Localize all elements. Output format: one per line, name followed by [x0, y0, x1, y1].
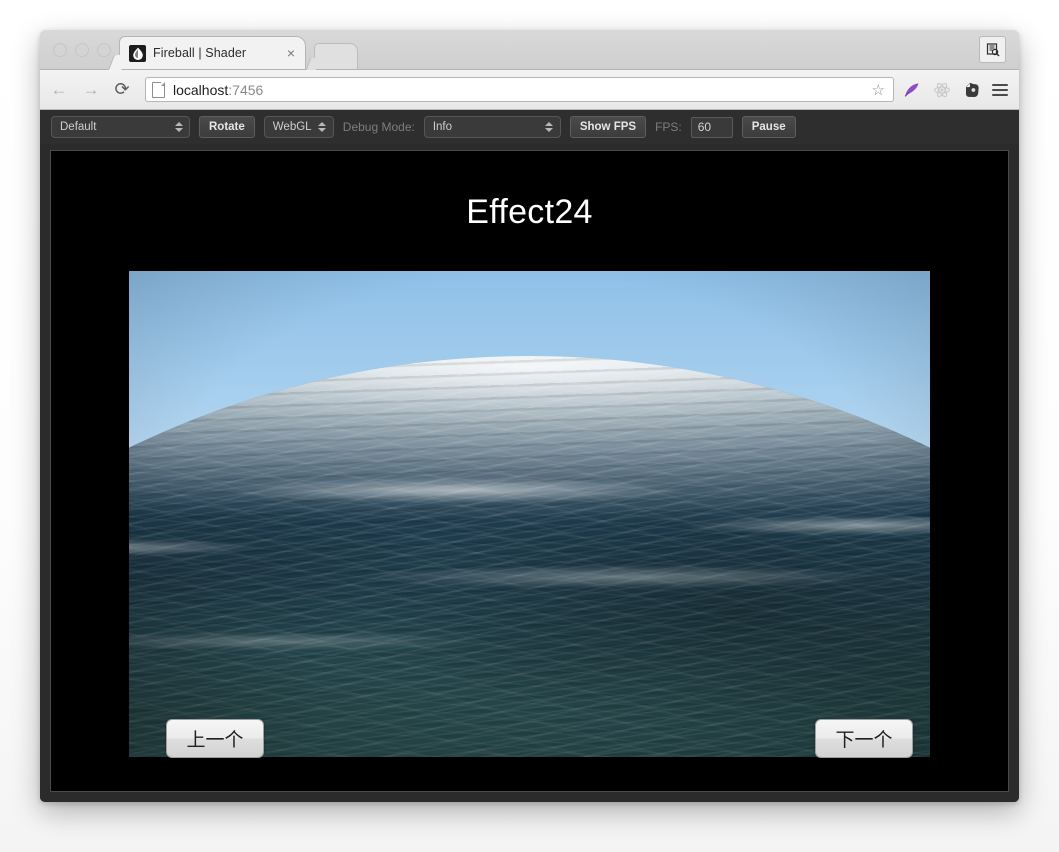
chevron-updown-icon: [318, 120, 327, 134]
window-close-button[interactable]: [53, 43, 67, 57]
pause-button[interactable]: Pause: [741, 116, 796, 138]
page-icon: [152, 81, 165, 98]
scene-vignette: [129, 271, 930, 757]
tab-close-icon[interactable]: ×: [287, 46, 295, 60]
fps-input[interactable]: 60: [690, 116, 733, 138]
fireball-drop-icon: [129, 44, 146, 62]
chevron-updown-icon: [174, 120, 183, 134]
debug-mode-select[interactable]: Info: [423, 116, 561, 138]
browser-tab[interactable]: Fireball | Shader ×: [119, 36, 306, 69]
inspect-icon[interactable]: [979, 36, 1006, 63]
address-bar-url: localhost:7456: [173, 82, 263, 98]
chevron-updown-icon: [545, 120, 554, 134]
bookmark-star-icon[interactable]: ☆: [872, 81, 885, 99]
next-effect-button[interactable]: 下一个: [815, 719, 913, 758]
quill-icon[interactable]: [902, 80, 922, 100]
prev-effect-button[interactable]: 上一个: [166, 719, 264, 758]
forward-icon[interactable]: →: [78, 77, 104, 103]
scene-select[interactable]: Default: [51, 116, 190, 138]
render-stage[interactable]: Effect24 上一个 下一个: [50, 150, 1009, 792]
new-tab-button[interactable]: [314, 43, 358, 69]
window-traffic-lights: [53, 43, 111, 57]
window-zoom-button[interactable]: [97, 43, 111, 57]
reload-icon[interactable]: ⟳: [109, 77, 135, 103]
browser-window: Fireball | Shader × ← → ⟳ localhost:7456: [40, 30, 1019, 802]
renderer-select[interactable]: WebGL: [263, 116, 334, 138]
window-bottom-strip: [40, 793, 1019, 802]
address-bar[interactable]: localhost:7456 ☆: [145, 77, 894, 102]
evernote-icon[interactable]: [962, 80, 982, 100]
react-icon[interactable]: [932, 80, 952, 100]
extension-icons: [902, 80, 1010, 100]
address-bar-port: :7456: [228, 81, 264, 98]
window-minimize-button[interactable]: [75, 43, 89, 57]
shader-dev-toolbar: Default Rotate WebGL Debug Mode: Info Sh…: [40, 110, 1019, 144]
debug-mode-label: Debug Mode:: [342, 120, 415, 134]
renderer-select-value: WebGL: [272, 121, 312, 133]
browser-tab-title: Fireball | Shader: [153, 46, 247, 60]
browser-toolbar: ← → ⟳ localhost:7456 ☆: [40, 70, 1019, 110]
back-icon[interactable]: ←: [46, 77, 72, 103]
page-content: Default Rotate WebGL Debug Mode: Info Sh…: [40, 110, 1019, 802]
debug-mode-value: Info: [432, 121, 453, 133]
page-title: Effect24: [466, 193, 593, 231]
ocean-shader-render: [129, 271, 930, 757]
address-bar-host: localhost: [173, 81, 229, 98]
browser-menu-icon[interactable]: [992, 83, 1008, 96]
screenshot-root: Fireball | Shader × ← → ⟳ localhost:7456: [0, 0, 1059, 852]
rotate-button[interactable]: Rotate: [199, 116, 255, 138]
scene-select-value: Default: [60, 121, 97, 133]
tab-strip: Fireball | Shader ×: [40, 30, 1019, 70]
show-fps-button[interactable]: Show FPS: [569, 116, 647, 138]
fps-label: FPS:: [655, 120, 682, 134]
